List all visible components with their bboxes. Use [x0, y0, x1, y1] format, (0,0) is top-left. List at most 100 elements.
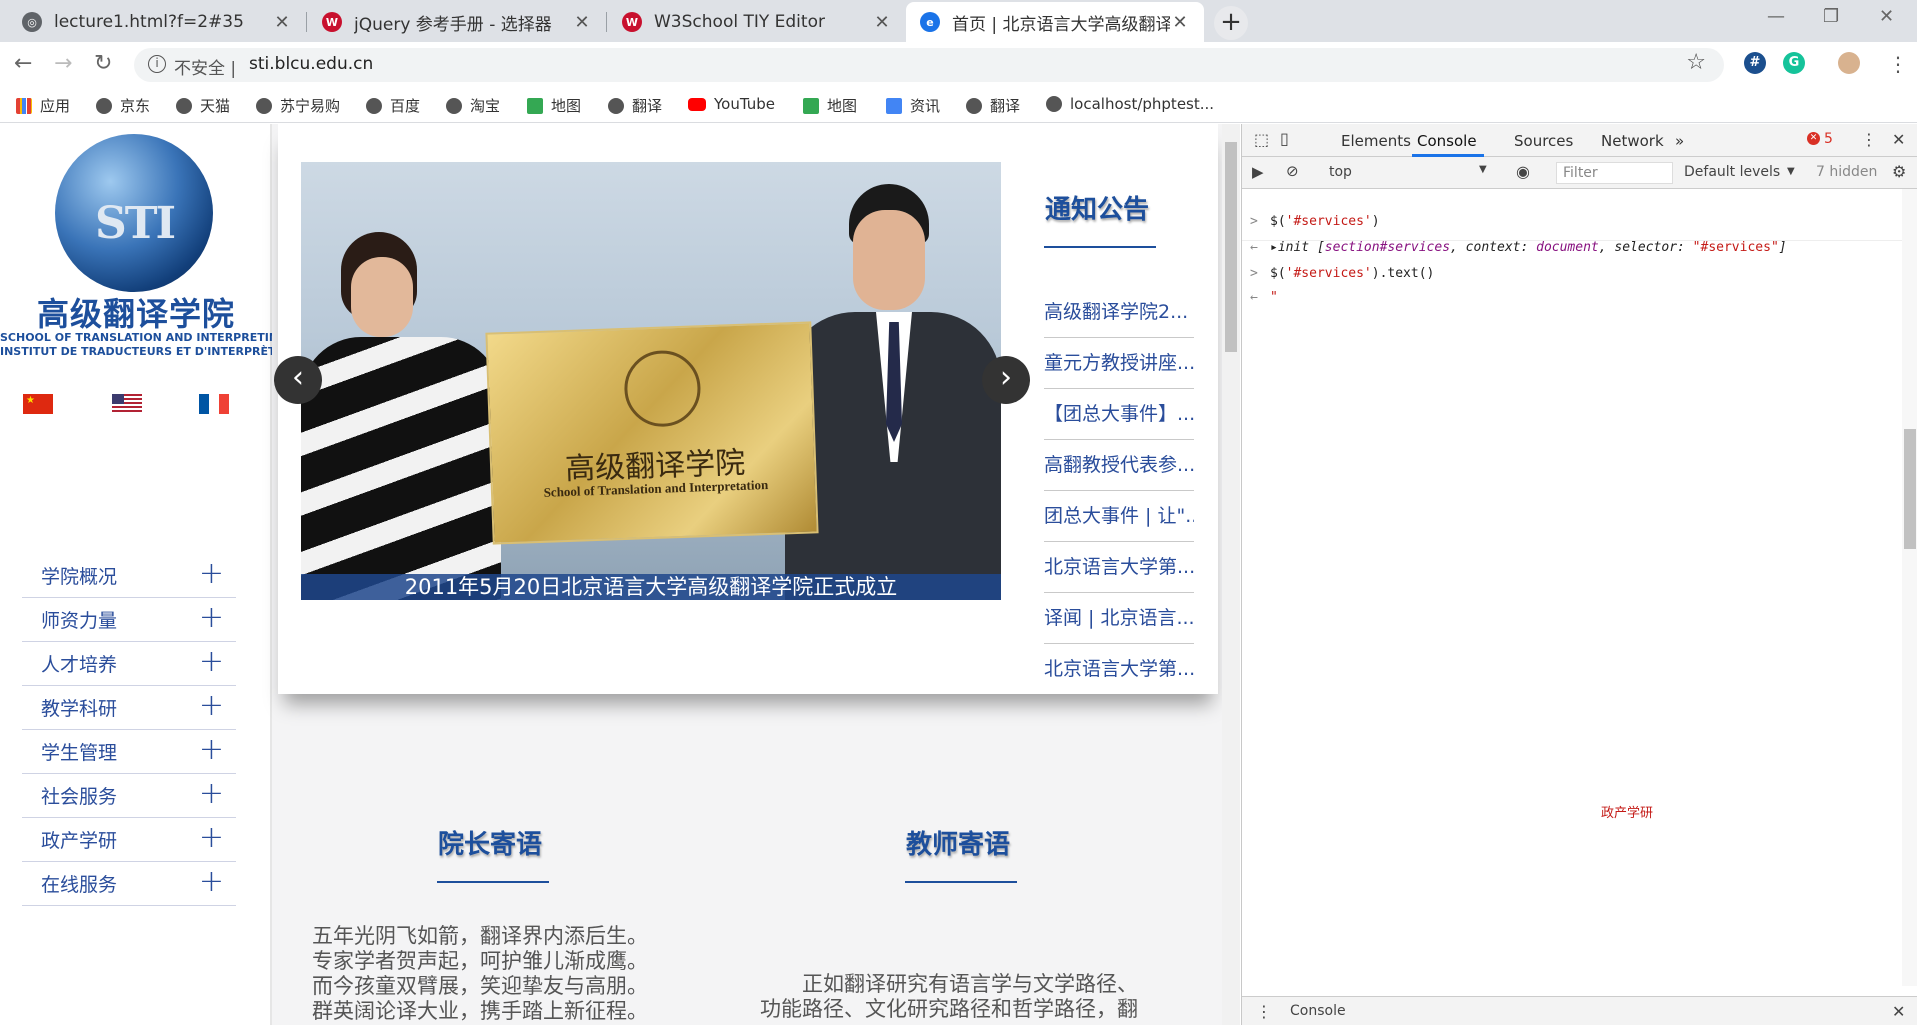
notice-item[interactable]: 高级翻译学院2... — [1044, 287, 1194, 338]
carousel-prev-button[interactable]: ‹ — [274, 356, 322, 404]
close-tab-icon[interactable]: ✕ — [572, 12, 592, 33]
expand-plus-icon[interactable]: + — [199, 732, 224, 767]
bookmark-item[interactable]: 天猫 — [176, 95, 230, 116]
expand-plus-icon[interactable]: + — [199, 600, 224, 635]
bookmark-item[interactable]: 应用 — [16, 95, 70, 116]
nav-item-students[interactable]: 学生管理 + — [22, 730, 236, 774]
notice-item[interactable]: 译闻 | 北京语言... — [1044, 593, 1194, 644]
bookmark-item[interactable]: 百度 — [366, 95, 420, 116]
tab-lecture1[interactable]: ◎ lecture1.html?f=2#35 ✕ — [8, 2, 306, 42]
notice-item[interactable]: 团总大事件 | 让"... — [1044, 491, 1194, 542]
sidebar-toggle-icon[interactable]: ▶ — [1252, 163, 1264, 181]
tab-blcu-home[interactable]: e 首页 | 北京语言大学高级翻译学院 ✕ — [906, 2, 1204, 42]
expand-plus-icon[interactable]: + — [199, 644, 224, 679]
devtools-close-icon[interactable]: ✕ — [1892, 130, 1905, 149]
dean-message-title[interactable]: 院长寄语 — [438, 824, 542, 861]
w3school-icon: W — [622, 12, 642, 32]
address-bar[interactable]: i 不安全 | sti.blcu.edu.cn ☆ — [134, 48, 1724, 82]
notice-item[interactable]: 北京语言大学第... — [1044, 542, 1194, 593]
browser-menu-icon[interactable]: ⋮ — [1888, 52, 1908, 76]
drawer-menu-icon[interactable]: ⋮ — [1256, 1002, 1272, 1021]
context-selector[interactable]: top — [1329, 164, 1352, 180]
error-icon[interactable]: ✕ — [1807, 132, 1820, 145]
drawer-tab-console[interactable]: Console — [1290, 1003, 1346, 1019]
nav-item-industry-research[interactable]: 政产学研 + — [22, 818, 236, 862]
bookmark-item[interactable]: 翻译 — [608, 95, 662, 116]
expand-plus-icon[interactable]: + — [199, 864, 224, 899]
bookmark-item[interactable]: 地图 — [803, 95, 857, 116]
console-settings-gear-icon[interactable]: ⚙ — [1892, 162, 1906, 181]
dropdown-arrow-icon[interactable]: ▼ — [1787, 166, 1795, 177]
log-levels-dropdown[interactable]: Default levels — [1684, 164, 1780, 180]
bookmark-item[interactable]: 翻译 — [966, 95, 1020, 116]
youtube-icon — [688, 97, 706, 111]
bookmark-item[interactable]: localhost/phptest... — [1046, 95, 1214, 113]
bookmark-item[interactable]: 京东 — [96, 95, 150, 116]
tab-elements[interactable]: Elements — [1341, 132, 1411, 150]
nav-item-social-service[interactable]: 社会服务 + — [22, 774, 236, 818]
tab-jquery-reference[interactable]: W jQuery 参考手册 - 选择器 ✕ — [308, 2, 606, 42]
nav-item-research[interactable]: 教学科研 + — [22, 686, 236, 730]
console-scrollbar[interactable] — [1902, 189, 1917, 986]
close-tab-icon[interactable]: ✕ — [872, 12, 892, 33]
notice-item[interactable]: 北京语言大学第... — [1044, 644, 1194, 695]
clear-console-icon[interactable]: ⊘ — [1286, 162, 1299, 180]
page-scrollbar[interactable] — [1222, 124, 1240, 1025]
tab-console[interactable]: Console — [1417, 132, 1477, 150]
error-count[interactable]: 5 — [1824, 131, 1833, 147]
drawer-close-icon[interactable]: ✕ — [1892, 1002, 1905, 1021]
sti-globe-logo[interactable]: STI — [55, 134, 213, 292]
more-tabs-icon[interactable]: » — [1675, 132, 1684, 150]
nav-item-faculty[interactable]: 师资力量 + — [22, 598, 236, 642]
tab-w3school-tiy[interactable]: W W3School TIY Editor ✕ — [608, 2, 906, 42]
carousel-next-button[interactable]: › — [982, 356, 1030, 404]
scrollbar-thumb[interactable] — [1225, 142, 1237, 352]
eye-icon[interactable]: ◉ — [1516, 162, 1530, 181]
profile-avatar-icon[interactable] — [1838, 52, 1860, 74]
back-icon[interactable]: ← — [14, 51, 32, 76]
bookmark-star-icon[interactable]: ☆ — [1686, 50, 1706, 75]
console-filter-input[interactable]: Filter — [1556, 162, 1673, 184]
expand-plus-icon[interactable]: + — [199, 776, 224, 811]
forward-icon[interactable]: → — [54, 51, 72, 76]
minimize-icon[interactable]: — — [1767, 6, 1785, 27]
devtools-menu-icon[interactable]: ⋮ — [1861, 130, 1877, 149]
dropdown-arrow-icon[interactable]: ▼ — [1479, 164, 1487, 175]
scrollbar-thumb[interactable] — [1904, 429, 1916, 549]
device-toolbar-icon[interactable]: ▯ — [1280, 129, 1289, 148]
image-carousel[interactable]: 高级翻译学院 School of Translation and Interpr… — [301, 162, 1001, 600]
tab-network[interactable]: Network — [1601, 132, 1664, 150]
nav-item-overview[interactable]: 学院概况 + — [22, 554, 236, 598]
close-tab-icon[interactable]: ✕ — [272, 12, 292, 33]
bookmark-item[interactable]: YouTube — [688, 95, 775, 113]
teacher-message-title[interactable]: 教师寄语 — [906, 824, 1010, 861]
expand-plus-icon[interactable]: + — [199, 820, 224, 855]
bookmark-item[interactable]: 淘宝 — [446, 95, 500, 116]
devtools-panel: ⬚ ▯ Elements Console Sources Network » ✕… — [1241, 124, 1917, 1025]
grammarly-extension-icon[interactable]: G — [1783, 52, 1805, 74]
expand-plus-icon[interactable]: + — [199, 556, 224, 591]
expand-plus-icon[interactable]: + — [199, 688, 224, 723]
url-text[interactable]: sti.blcu.edu.cn — [249, 54, 373, 74]
nav-item-education[interactable]: 人才培养 + — [22, 642, 236, 686]
new-tab-button[interactable]: + — [1214, 6, 1248, 40]
notice-item[interactable]: 高翻教授代表参... — [1044, 440, 1194, 491]
bookmark-item[interactable]: 资讯 — [886, 95, 940, 116]
hash-extension-icon[interactable]: # — [1744, 52, 1766, 74]
tab-sources[interactable]: Sources — [1514, 132, 1573, 150]
bookmark-item[interactable]: 地图 — [527, 95, 581, 116]
bookmark-item[interactable]: 苏宁易购 — [256, 95, 340, 116]
notice-item[interactable]: 童元方教授讲座... — [1044, 338, 1194, 389]
reload-icon[interactable]: ↻ — [94, 51, 112, 76]
inspect-element-icon[interactable]: ⬚ — [1254, 130, 1269, 149]
restore-icon[interactable]: ❐ — [1823, 6, 1839, 27]
nav-item-online-service[interactable]: 在线服务 + — [22, 862, 236, 906]
usa-flag-icon[interactable] — [112, 394, 142, 414]
close-window-icon[interactable]: ✕ — [1879, 6, 1894, 27]
france-flag-icon[interactable] — [199, 394, 229, 414]
site-info-icon[interactable]: i — [148, 55, 166, 73]
close-tab-icon[interactable]: ✕ — [1170, 12, 1190, 33]
console-result-line[interactable]: ← ▸init [section#services, context: docum… — [1242, 240, 1902, 255]
china-flag-icon[interactable]: ★ — [23, 394, 53, 414]
notice-item[interactable]: 【团总大事件】... — [1044, 389, 1194, 440]
